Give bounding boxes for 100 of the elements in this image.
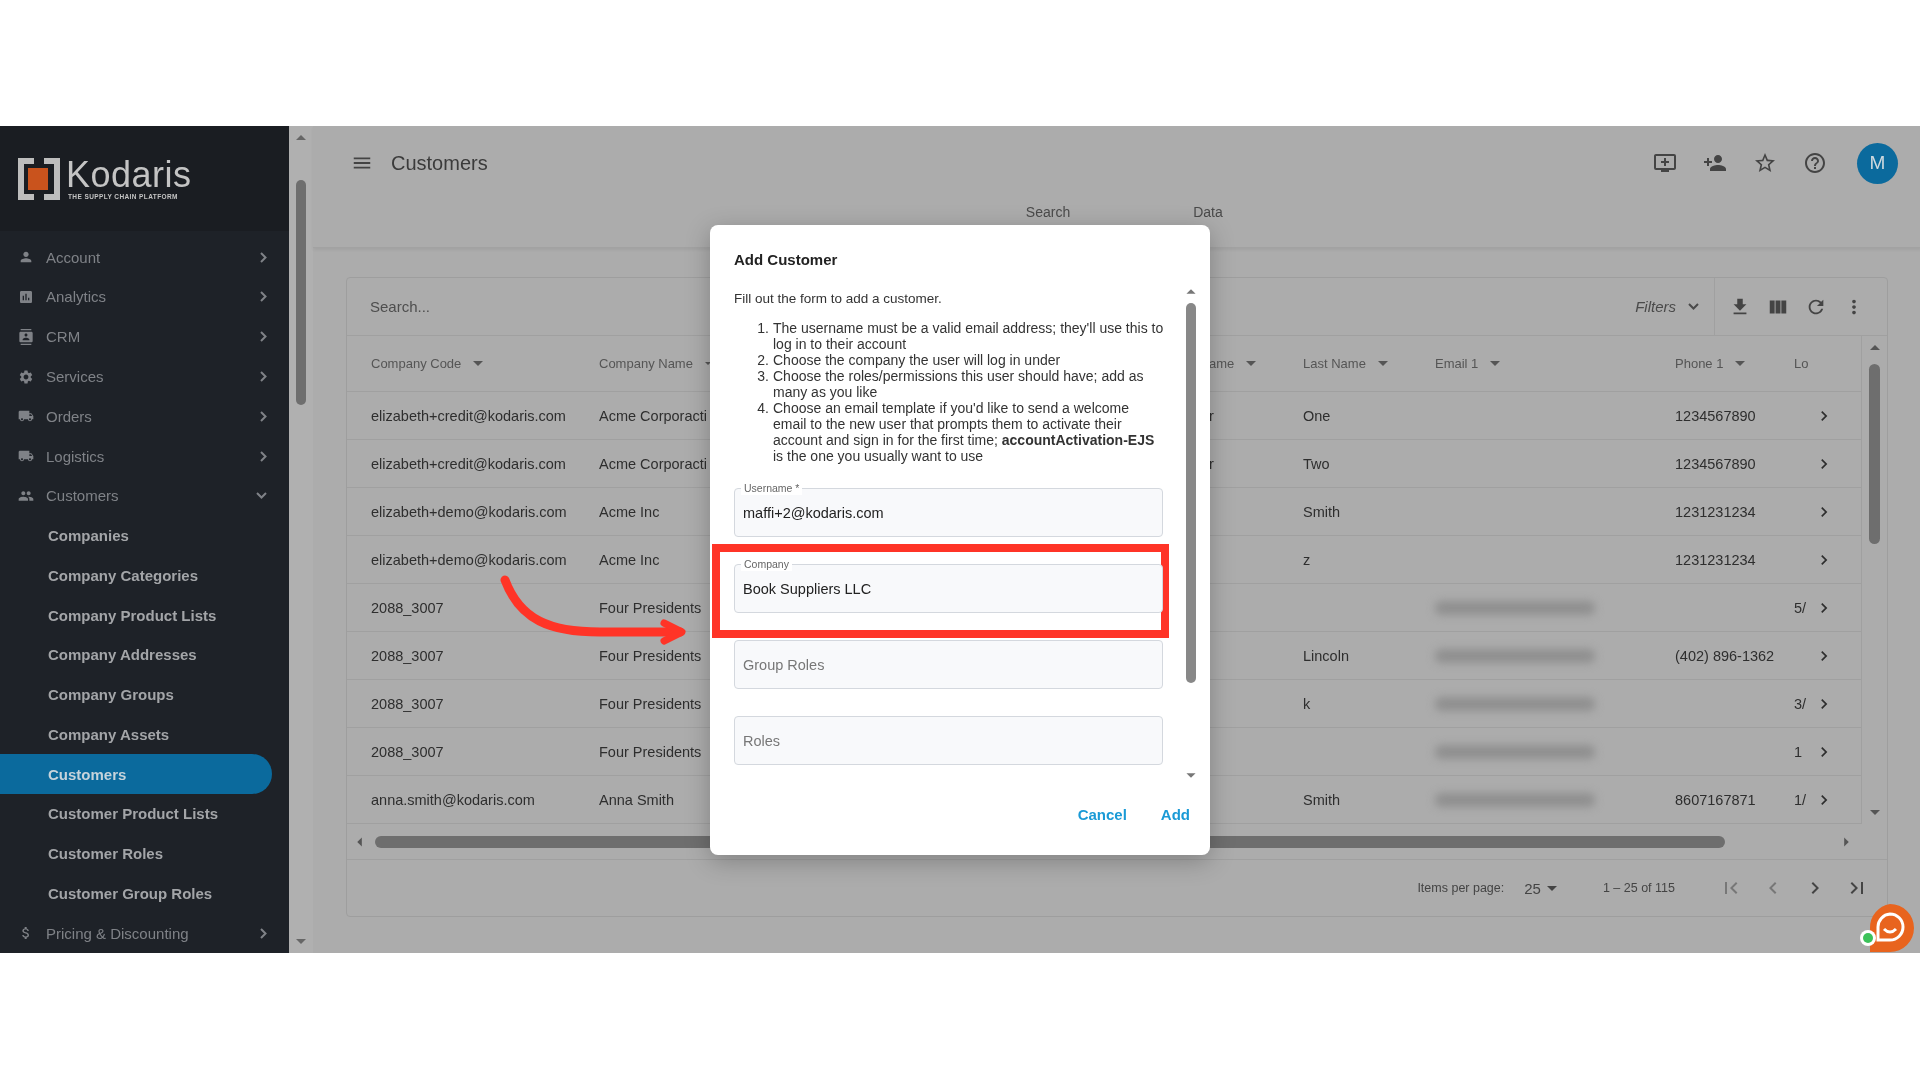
step-text: Choose an email template if you'd like to send a welcome email to the new user that prompts them to activate their account and sign in for the first time; accountActivation-EJS is the one you usually want to use bbox=[773, 400, 1156, 464]
sidebar-item[interactable]: Orders bbox=[0, 396, 289, 437]
logo-wordmark: Kodaris bbox=[66, 157, 192, 194]
table-cell: Smith bbox=[1303, 791, 1341, 808]
table-cell: Acme Corporacti bbox=[599, 407, 707, 424]
table-cell: anna.smith@kodaris.com bbox=[371, 791, 535, 808]
tab[interactable]: Data bbox=[1173, 204, 1243, 220]
sidebar-item[interactable]: Logistics bbox=[0, 436, 289, 476]
input-field[interactable]: Group Roles bbox=[734, 640, 1163, 689]
sidebar-subitem[interactable]: Companies bbox=[0, 515, 289, 556]
table-cell: Two bbox=[1303, 455, 1330, 472]
caret-icon bbox=[1546, 885, 1557, 891]
scrollbar-thumb[interactable] bbox=[1869, 364, 1880, 544]
table-cell: 8607167871 bbox=[1675, 791, 1756, 808]
table-cell: elizabeth+demo@kodaris.com bbox=[371, 551, 567, 568]
sidebar-subitem[interactable]: Company Assets bbox=[0, 714, 289, 755]
dialog-title: Add Customer bbox=[733, 250, 839, 270]
sidebar-item[interactable]: Pricing & Discounting bbox=[0, 913, 289, 953]
column-header[interactable]: Lo bbox=[1794, 356, 1809, 371]
sidebar-item-label: Account bbox=[46, 248, 102, 266]
field-label: Company bbox=[741, 557, 792, 571]
chevron-right-icon bbox=[260, 251, 267, 263]
table-cell: 1234567890 bbox=[1675, 407, 1756, 424]
table-cell: 5/ bbox=[1794, 599, 1807, 616]
filters-button[interactable]: Filters bbox=[1619, 298, 1715, 315]
chart-icon bbox=[18, 288, 34, 305]
table-cell: k bbox=[1303, 695, 1311, 712]
sidebar-item[interactable]: Services bbox=[0, 356, 289, 397]
table-cell: elizabeth+credit@kodaris.com bbox=[371, 455, 566, 472]
table-cell: z bbox=[1303, 551, 1311, 568]
page-size-select[interactable]: 25 bbox=[1518, 878, 1563, 898]
table-cell: 1/ bbox=[1794, 791, 1807, 808]
dialog-intro: Fill out the form to add a customer. bbox=[734, 291, 943, 306]
column-header[interactable]: Last Name bbox=[1303, 356, 1366, 371]
table-cell: Anna Smith bbox=[599, 791, 674, 808]
contact-card-icon bbox=[18, 328, 34, 345]
sidebar-item-label: Services bbox=[46, 368, 105, 385]
sidebar-subitem[interactable]: Company Product Lists bbox=[0, 595, 289, 635]
column-header[interactable]: Email 1 bbox=[1435, 356, 1479, 371]
table-cell: Four Presidents bbox=[599, 599, 702, 616]
chevron-right-icon bbox=[260, 410, 267, 422]
help-icon[interactable] bbox=[1803, 151, 1827, 175]
field-value: Book Suppliers LLC bbox=[743, 580, 872, 597]
sidebar-item-label: Analytics bbox=[46, 288, 108, 306]
table-cell: r bbox=[1209, 407, 1214, 424]
sidebar-item-label: Logistics bbox=[46, 447, 106, 465]
cancel-button[interactable]: Cancel bbox=[1069, 802, 1135, 827]
sidebar-subitem[interactable]: Customer Group Roles bbox=[0, 873, 289, 914]
table-cell: Acme Corporacti bbox=[599, 455, 707, 472]
table-cell: 2088_3007 bbox=[371, 599, 444, 616]
step-text: The username must be a valid email address; they'll use this to log in to their account bbox=[773, 320, 1165, 352]
table-cell: Four Presidents bbox=[599, 647, 702, 664]
sidebar-subitem[interactable]: Company Groups bbox=[0, 674, 289, 715]
field-placeholder: Roles bbox=[743, 732, 781, 749]
chevron-down-icon bbox=[1688, 303, 1699, 310]
sidebar-subitem[interactable]: Customers bbox=[0, 754, 272, 795]
table-cell: (402) 896-1362 bbox=[1675, 647, 1775, 664]
user-avatar[interactable]: M bbox=[1857, 142, 1898, 184]
input-field[interactable]: Roles bbox=[734, 716, 1163, 765]
sidebar-subitem[interactable]: Company Addresses bbox=[0, 635, 289, 675]
sidebar-subitem[interactable]: Company Categories bbox=[0, 555, 289, 596]
page-title: Customers bbox=[391, 151, 489, 175]
tab[interactable]: Search bbox=[1013, 204, 1083, 220]
table-cell: Smith bbox=[1303, 503, 1341, 520]
column-header[interactable]: Company Code bbox=[371, 356, 462, 371]
table-cell: elizabeth+demo@kodaris.com bbox=[371, 503, 567, 520]
sidebar-item-label: Pricing & Discounting bbox=[46, 924, 190, 942]
table-cell: elizabeth+credit@kodaris.com bbox=[371, 407, 566, 424]
sidebar-item-label: CRM bbox=[46, 328, 82, 346]
column-header[interactable]: Phone 1 bbox=[1675, 356, 1724, 371]
field-label: Username * bbox=[741, 481, 803, 495]
table-cell: 3/ bbox=[1794, 695, 1807, 712]
step-text: Choose the company the user will log in under bbox=[773, 352, 1061, 368]
logo-mark-icon bbox=[18, 157, 60, 200]
chevron-right-icon bbox=[260, 331, 267, 343]
table-cell: 1 bbox=[1794, 743, 1803, 760]
step-number: 2. bbox=[756, 352, 770, 368]
sidebar-item[interactable]: Customers bbox=[0, 475, 289, 516]
sidebar-subitem[interactable]: Customer Roles bbox=[0, 833, 289, 874]
chevron-right-icon bbox=[260, 450, 267, 462]
table-cell: 2088_3007 bbox=[371, 695, 444, 712]
sidebar-item-label: Customers bbox=[46, 487, 120, 505]
scrollbar-thumb[interactable] bbox=[296, 180, 306, 405]
add-button[interactable]: Add bbox=[1152, 802, 1198, 827]
table-cell: 1234567890 bbox=[1675, 455, 1756, 472]
scrollbar-thumb[interactable] bbox=[1186, 303, 1196, 683]
column-header[interactable]: Company Name bbox=[599, 356, 693, 371]
star-icon[interactable] bbox=[1753, 151, 1777, 175]
table-cell: 2088_3007 bbox=[371, 743, 444, 760]
table-cell: Lincoln bbox=[1303, 647, 1349, 664]
sidebar-item[interactable]: Analytics bbox=[0, 277, 289, 317]
column-header[interactable]: ame bbox=[1209, 356, 1235, 371]
sidebar-item[interactable]: Account bbox=[0, 237, 289, 278]
chevron-right-icon bbox=[260, 927, 267, 939]
monitor-plus-icon[interactable] bbox=[1653, 151, 1677, 175]
sidebar-subitem[interactable]: Customer Product Lists bbox=[0, 794, 289, 834]
chevron-right-icon bbox=[260, 371, 267, 382]
field-value: maffi+2@kodaris.com bbox=[743, 504, 884, 521]
sidebar-item[interactable]: CRM bbox=[0, 316, 289, 357]
step-text: Choose the roles/permissions this user should have; add as many as you like bbox=[773, 368, 1145, 400]
